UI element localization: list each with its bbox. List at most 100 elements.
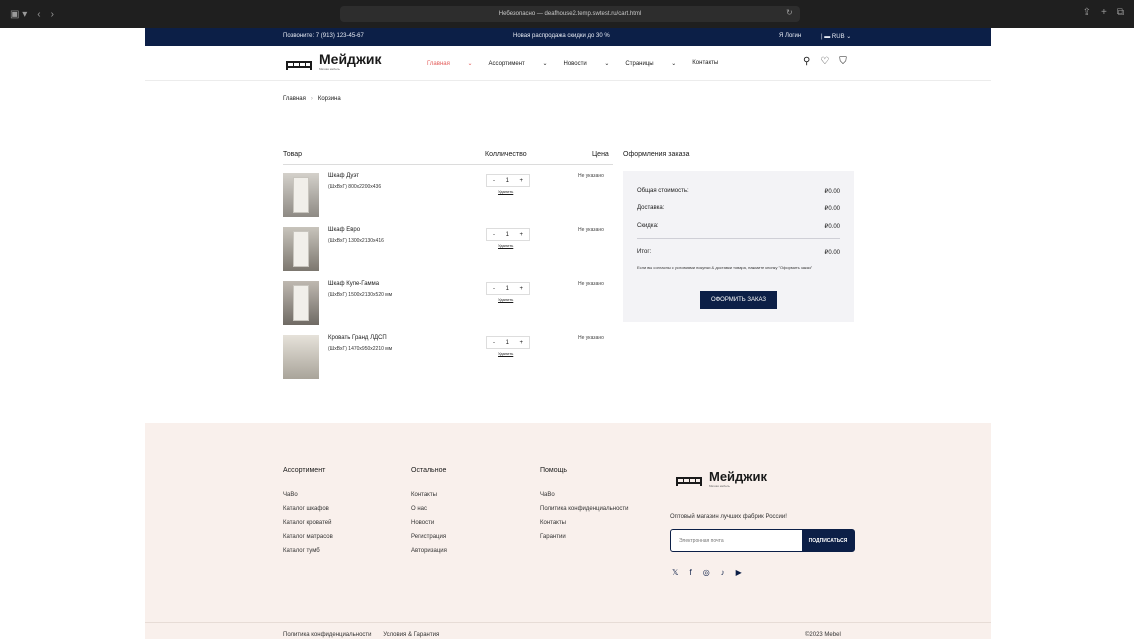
footer-description: Оптовый магазин лучших фабрик России! <box>670 514 787 520</box>
product-image[interactable] <box>283 335 319 379</box>
footer-link[interactable]: Контакты <box>411 492 447 498</box>
remove-link[interactable]: Удалить <box>498 351 513 356</box>
footer-col-help: Помощь ЧаВо Политика конфиденциальности … <box>540 467 630 548</box>
quantity-stepper[interactable]: - 1 + <box>486 282 530 295</box>
remove-link[interactable]: Удалить <box>498 297 513 302</box>
footer-link[interactable]: Гарантии <box>540 534 630 540</box>
new-tab-icon[interactable]: + <box>1101 7 1107 18</box>
footer-link[interactable]: Каталог тумб <box>283 548 333 554</box>
quantity-stepper[interactable]: - 1 + <box>486 336 530 349</box>
product-dims: (ШхВхГ) 1500х2130х520 мм <box>328 292 393 298</box>
footer-link[interactable]: О нас <box>411 506 447 512</box>
summary-delivery-value: ₽0.00 <box>824 206 841 212</box>
product-image[interactable] <box>283 173 319 217</box>
summary-discount-value: ₽0.00 <box>824 224 841 230</box>
bag-icon[interactable]: ⛉ <box>839 56 847 67</box>
address-text: Небезопасно — deafhouse2.temp.swtest.ru/… <box>498 11 642 17</box>
twitter-icon[interactable]: 𝕏 <box>672 568 678 577</box>
terms-link[interactable]: Условия & Гарантия <box>383 632 439 638</box>
phone-text: Позвоните: 7 (913) 123-45-67 <box>283 33 364 39</box>
product-name[interactable]: Шкаф Купе-Гамма <box>328 281 379 287</box>
nav-home[interactable]: Главная ⌄ <box>427 60 473 67</box>
footer-link[interactable]: Новости <box>411 520 447 526</box>
sidebar-toggle-icon[interactable]: ▣ ▾ <box>10 9 27 20</box>
minus-button[interactable]: - <box>493 286 495 292</box>
col-product: Товар <box>283 151 303 158</box>
back-icon[interactable]: ‹ <box>37 9 40 20</box>
subscribe-button[interactable]: ПОДПИСАТЬСЯ <box>802 530 854 551</box>
footer-link[interactable]: ЧаВо <box>283 492 333 498</box>
footer-link[interactable]: Каталог шкафов <box>283 506 333 512</box>
divider <box>283 164 613 165</box>
cart-item: Шкаф Купе-Гамма (ШхВхГ) 1500х2130х520 мм… <box>283 281 613 327</box>
item-price: Не указано <box>578 281 604 287</box>
nav-contacts[interactable]: Контакты <box>692 60 718 67</box>
site-header: Мейджик Мягкая мебель Главная ⌄ Ассортим… <box>145 46 991 81</box>
remove-link[interactable]: Удалить <box>498 189 513 194</box>
heart-icon[interactable]: ♡ <box>820 56 829 67</box>
nav-assortment[interactable]: Ассортимент ⌄ <box>489 60 548 67</box>
tabs-overview-icon[interactable]: ⧉ <box>1117 7 1124 18</box>
quantity-stepper[interactable]: - 1 + <box>486 174 530 187</box>
footer-link[interactable]: Авторизация <box>411 548 447 554</box>
login-link[interactable]: Я Логин <box>779 33 801 39</box>
product-dims: (ШхВхГ) 1300х2130х416 <box>328 238 384 244</box>
product-dims: (ШхВхГ) 1470х950х2210 мм <box>328 346 393 352</box>
product-name[interactable]: Кровать Гранд ЛДСП <box>328 335 387 341</box>
footer-col-assortment: Ассортимент ЧаВо Каталог шкафов Каталог … <box>283 467 333 562</box>
privacy-link[interactable]: Политика конфиденциальности <box>283 632 372 638</box>
minus-button[interactable]: - <box>493 178 495 184</box>
address-bar[interactable]: Небезопасно — deafhouse2.temp.swtest.ru/… <box>340 6 800 22</box>
item-price: Не указано <box>578 335 604 341</box>
plus-button[interactable]: + <box>519 178 523 184</box>
footer-link[interactable]: Контакты <box>540 520 630 526</box>
footer-logo[interactable]: Мейджик Мягкая мебель <box>675 470 767 488</box>
minus-button[interactable]: - <box>493 340 495 346</box>
chevron-right-icon: › <box>310 96 313 102</box>
product-name[interactable]: Шкаф Дуэт <box>328 173 359 179</box>
footer-col-title: Помощь <box>540 467 568 474</box>
product-image[interactable] <box>283 281 319 325</box>
summary-result-value: ₽0.00 <box>824 250 841 256</box>
newsletter-form: ПОДПИСАТЬСЯ <box>670 529 855 552</box>
quantity-stepper[interactable]: - 1 + <box>486 228 530 241</box>
search-icon[interactable]: ⚲ <box>803 56 810 67</box>
footer-col-title: Остальное <box>411 467 447 474</box>
cart-item: Шкаф Дуэт (ШхВхГ) 800х2200х436 - 1 + Удали… <box>283 173 613 219</box>
breadcrumb-home[interactable]: Главная <box>283 96 306 102</box>
remove-link[interactable]: Удалить <box>498 243 513 248</box>
quantity-value: 1 <box>505 231 509 238</box>
browser-toolbar: ▣ ▾ ‹ › Небезопасно — deafhouse2.temp.sw… <box>0 0 1134 28</box>
footer-link[interactable]: ЧаВо <box>540 492 630 498</box>
currency-select[interactable]: | ▬ RUB ⌄ <box>821 33 851 40</box>
footer-link[interactable]: Регистрация <box>411 534 447 540</box>
youtube-icon[interactable]: ▶ <box>736 568 742 577</box>
summary-delivery-row: Доставка: ₽0.00 <box>637 205 840 212</box>
quantity-value: 1 <box>505 339 509 346</box>
breadcrumb-current: Корзина <box>317 96 341 102</box>
minus-button[interactable]: - <box>493 232 495 238</box>
product-name[interactable]: Шкаф Евро <box>328 227 360 233</box>
nav-news[interactable]: Новости ⌄ <box>563 60 609 67</box>
footer-link[interactable]: Каталог кроватей <box>283 520 333 526</box>
footer-link[interactable]: Политика конфиденциальности <box>540 506 630 512</box>
share-icon[interactable]: ⇪ <box>1083 7 1091 18</box>
sofa-icon <box>286 61 312 70</box>
instagram-icon[interactable]: ◎ <box>703 568 710 577</box>
email-field[interactable] <box>671 530 802 551</box>
summary-title: Оформления заказа <box>623 151 690 158</box>
nav-pages[interactable]: Страницы ⌄ <box>625 60 676 67</box>
footer-link[interactable]: Каталог матрасов <box>283 534 333 540</box>
plus-button[interactable]: + <box>519 340 523 346</box>
facebook-icon[interactable]: f <box>689 568 691 577</box>
flag-icon: ▬ <box>824 34 831 40</box>
tiktok-icon[interactable]: ♪ <box>721 568 725 577</box>
forward-icon[interactable]: › <box>51 9 54 20</box>
checkout-button[interactable]: ОФОРМИТЬ ЗАКАЗ <box>700 291 777 309</box>
logo[interactable]: Мейджик Мягкая мебель <box>285 52 381 72</box>
plus-button[interactable]: + <box>519 286 523 292</box>
plus-button[interactable]: + <box>519 232 523 238</box>
reload-icon[interactable]: ↻ <box>786 8 793 17</box>
item-price: Не указано <box>578 173 604 179</box>
product-image[interactable] <box>283 227 319 271</box>
